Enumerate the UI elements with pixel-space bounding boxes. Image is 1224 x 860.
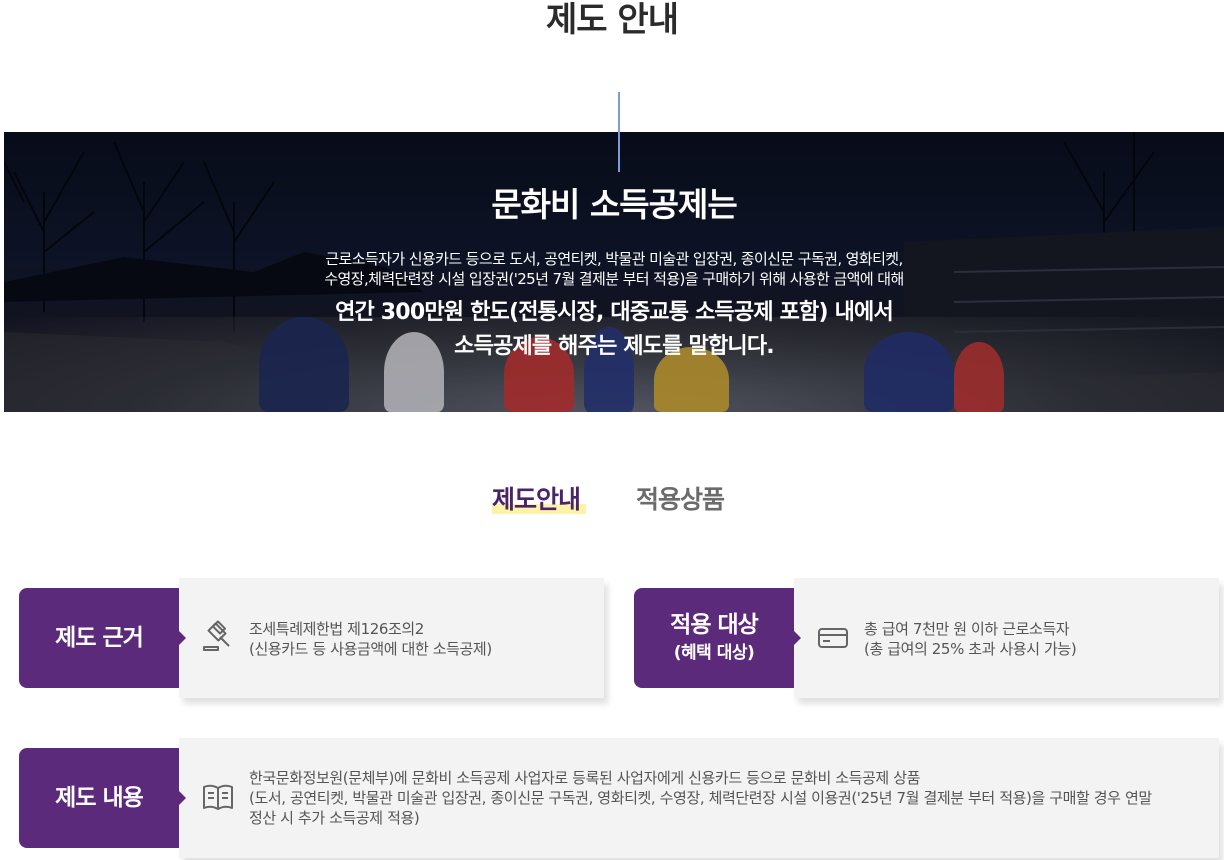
tab-label: 적용상품 <box>636 485 725 514</box>
hero-title: 문화비 소득공제는 <box>491 185 737 224</box>
content-line: (도서, 공연티켓, 박물관 미술관 입장권, 종이신문 구독권, 영화티켓, … <box>249 789 1152 807</box>
book-icon <box>203 784 233 810</box>
content-card-title: 제도 내용 <box>55 785 144 811</box>
content-card-text: 한국문화정보원(문체부)에 문화비 소득공제 사업자로 등록된 사업자에게 신용… <box>249 768 1199 828</box>
target-card-header: 적용 대상 (혜택 대상) <box>634 588 801 688</box>
divider-line <box>618 92 620 172</box>
content-card-header: 제도 내용 <box>19 748 186 848</box>
hero-description-line: 수영장,체력단련장 시설 입장권('25년 7월 결제분 부터 적용)을 구매하… <box>324 270 904 288</box>
tab-label: 제도안내 <box>492 485 581 514</box>
target-condition: (총 급여의 25% 초과 사용시 가능) <box>864 640 1077 658</box>
basis-law-desc: (신용카드 등 사용금액에 대한 소득공제) <box>249 640 492 658</box>
basis-card-title: 제도 근거 <box>55 625 144 651</box>
hero-emphasis-line: 연간 300만원 한도(전통시장, 대중교통 소득공제 포함) 내에서 <box>335 300 894 325</box>
basis-card-body: 조세특례제한법 제126조의2 (신용카드 등 사용금액에 대한 소득공제) <box>179 578 604 698</box>
tab-applicable-products[interactable]: 적용상품 <box>636 480 725 520</box>
target-card-subtitle: (혜택 대상) <box>673 643 755 663</box>
target-criteria: 총 급여 7천만 원 이하 근로소득자 <box>864 620 1070 638</box>
basis-card-text: 조세특례제한법 제126조의2 (신용카드 등 사용금액에 대한 소득공제) <box>249 619 492 659</box>
target-card-title: 적용 대상 <box>670 612 759 638</box>
hero-emphasis-line: 소득공제를 해주는 제도를 말합니다. <box>454 334 775 359</box>
credit-card-icon <box>818 628 848 648</box>
hero-banner: 문화비 소득공제는 근로소득자가 신용카드 등으로 도서, 공연티켓, 박물관 … <box>4 132 1224 412</box>
tab-system-guide[interactable]: 제도안내 <box>492 480 587 520</box>
target-card-body: 총 급여 7천만 원 이하 근로소득자 (총 급여의 25% 초과 사용시 가능… <box>794 578 1219 698</box>
hero-emphasis: 연간 300만원 한도(전통시장, 대중교통 소득공제 포함) 내에서 소득공제… <box>4 296 1224 364</box>
hero-description: 근로소득자가 신용카드 등으로 도서, 공연티켓, 박물관 미술관 입장권, 종… <box>4 249 1224 289</box>
basis-law-name: 조세특례제한법 제126조의2 <box>249 620 424 638</box>
content-card-body: 한국문화정보원(문체부)에 문화비 소득공제 사업자로 등록된 사업자에게 신용… <box>179 738 1219 858</box>
content-line: 정산 시 추가 소득공제 적용) <box>249 809 420 827</box>
tab-bar: 제도안내 적용상품 <box>0 480 1224 520</box>
basis-card-header: 제도 근거 <box>19 588 186 688</box>
hero-description-line: 근로소득자가 신용카드 등으로 도서, 공연티켓, 박물관 미술관 입장권, 종… <box>325 250 903 268</box>
page-title: 제도 안내 <box>546 0 679 40</box>
gavel-icon <box>203 620 230 651</box>
content-line: 한국문화정보원(문체부)에 문화비 소득공제 사업자로 등록된 사업자에게 신용… <box>249 769 920 787</box>
target-card-text: 총 급여 7천만 원 이하 근로소득자 (총 급여의 25% 초과 사용시 가능… <box>864 619 1077 659</box>
